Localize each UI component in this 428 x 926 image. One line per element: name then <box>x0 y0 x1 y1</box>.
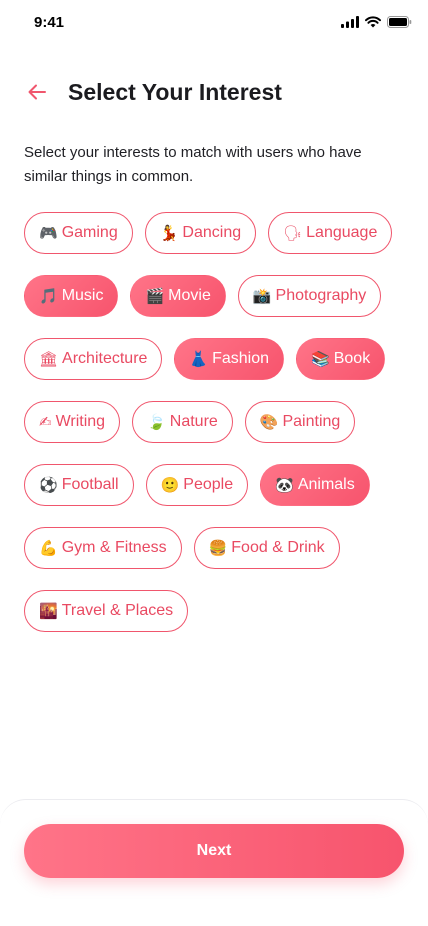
interest-chip-label: Gym & Fitness <box>61 539 167 556</box>
panda-icon: 🐼 <box>275 476 294 494</box>
hamburger-icon: 🍔 <box>208 539 228 557</box>
palette-icon: 🎨 <box>259 413 279 431</box>
clapper-board-icon: 🎬 <box>145 287 165 305</box>
signal-icon <box>341 16 359 28</box>
status-icons <box>341 16 412 28</box>
interest-chip-painting[interactable]: 🎨 Painting <box>244 401 356 443</box>
interest-chip-people[interactable]: 🙂 People <box>145 464 249 506</box>
interest-chip-gaming[interactable]: 🎮 Gaming <box>24 212 133 254</box>
dress-icon: 👗 <box>189 350 209 368</box>
interest-chip-book[interactable]: 📚 Book <box>296 338 386 380</box>
interest-chip-label: Writing <box>55 413 106 430</box>
interest-chip-football[interactable]: ⚽ Football <box>24 464 134 506</box>
interest-chip-label: People <box>183 476 234 493</box>
interest-chip-label: Book <box>333 350 371 367</box>
classical-building-icon: 🏛 <box>39 350 59 368</box>
music-note-icon: 🎵 <box>39 287 58 305</box>
interest-chip-label: Painting <box>282 413 341 430</box>
interest-chip-label: Movie <box>168 287 211 304</box>
interest-chip-label: Music <box>61 287 104 304</box>
gamepad-icon: 🎮 <box>39 224 58 242</box>
smiling-face-icon: 🙂 <box>160 476 180 494</box>
interest-chip-nature[interactable]: 🍃 Nature <box>132 401 233 443</box>
interest-chip-label: Football <box>61 476 119 493</box>
interest-chip-dancing[interactable]: 💃 Dancing <box>144 212 257 254</box>
back-button[interactable] <box>24 79 50 105</box>
interest-chip-language[interactable]: 🗣 Language <box>268 212 393 254</box>
interest-chip-food-drink[interactable]: 🍔 Food & Drink <box>193 527 340 569</box>
camera-icon: 📸 <box>252 287 272 305</box>
wifi-icon <box>365 16 381 28</box>
interest-chip-travel-places[interactable]: 🌇 Travel & Places <box>24 590 189 632</box>
status-time: 9:41 <box>34 13 65 31</box>
interest-chip-label: Architecture <box>62 350 148 367</box>
interest-chip-architecture[interactable]: 🏛 Architecture <box>24 338 163 380</box>
interest-chip-label: Travel & Places <box>61 602 174 619</box>
interest-chip-music[interactable]: 🎵 Music <box>24 275 119 317</box>
page-title: Select Your Interest <box>68 78 282 105</box>
footer: Next <box>0 799 428 926</box>
interest-chip-label: Photography <box>275 287 367 304</box>
soccer-ball-icon: ⚽ <box>39 476 58 494</box>
interest-chip-photography[interactable]: 📸 Photography <box>237 275 382 317</box>
interest-chip-movie[interactable]: 🎬 Movie <box>130 275 226 317</box>
leaf-icon: 🍃 <box>147 413 166 431</box>
flexed-biceps-icon: 💪 <box>39 539 58 557</box>
interest-chip-label: Food & Drink <box>231 539 325 556</box>
dancer-icon: 💃 <box>159 224 179 242</box>
interest-chips: 🎮 Gaming 💃 Dancing 🗣 Language 🎵 Music 🎬 Movie 📸 Pho… <box>24 212 414 632</box>
status-bar: 9:41 <box>0 0 428 44</box>
interest-chip-label: Dancing <box>182 224 242 241</box>
header: Select Your Interest <box>24 72 404 112</box>
interest-chip-fashion[interactable]: 👗 Fashion <box>174 338 285 380</box>
sunset-city-icon: 🌇 <box>39 602 58 620</box>
back-arrow-icon <box>28 84 46 100</box>
interest-chip-label: Language <box>306 224 378 241</box>
interest-chip-label: Gaming <box>61 224 118 241</box>
writing-hand-icon: ✍ <box>39 413 52 431</box>
interest-chip-label: Nature <box>169 413 218 430</box>
next-button[interactable]: Next <box>24 824 404 878</box>
interest-chip-animals[interactable]: 🐼 Animals <box>260 464 370 506</box>
interest-chip-writing[interactable]: ✍ Writing <box>24 401 121 443</box>
battery-icon <box>387 16 412 28</box>
interest-chip-label: Fashion <box>212 350 270 367</box>
interest-chip-label: Animals <box>297 476 355 493</box>
books-icon: 📚 <box>311 350 330 368</box>
interest-chip-gym-fitness[interactable]: 💪 Gym & Fitness <box>24 527 182 569</box>
speaking-head-icon: 🗣 <box>283 224 303 242</box>
page-subtitle: Select your interests to match with user… <box>24 144 362 185</box>
